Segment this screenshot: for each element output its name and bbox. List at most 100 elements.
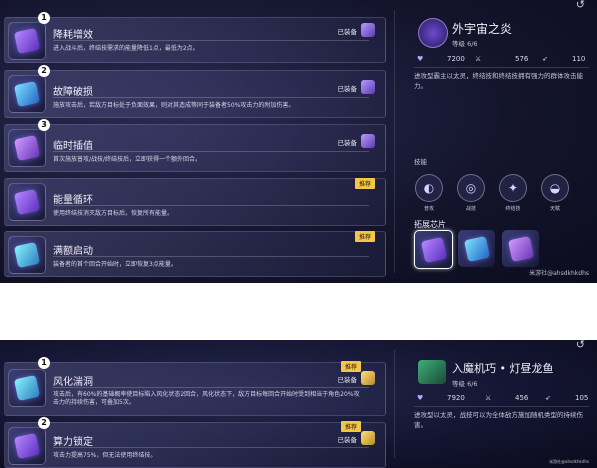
chip-thumb — [8, 236, 46, 274]
expansion-heading: 拓展芯片 — [414, 220, 446, 229]
divider — [53, 97, 369, 98]
equipped-icon — [361, 134, 375, 148]
chip-icon — [13, 27, 41, 55]
skill-ultimate[interactable]: ✦ 终结技 — [498, 174, 528, 212]
chip-card-4[interactable]: 推荐 能量循环 使用终结技消灭敌方目标后，恢复所有能量。 — [4, 178, 386, 226]
chip-card-5[interactable]: 推荐 满额启动 装备者的首个回合开始时，立即恢复3点能量。 — [4, 231, 386, 277]
slot-number: 2 — [38, 417, 50, 429]
aether-emblem-icon — [418, 360, 446, 384]
stat-atk: 456 — [515, 394, 529, 402]
stats-row: ♥ 7200 ⚔ 576 ➶ 110 — [417, 55, 589, 67]
aether-name: 外宇宙之炎 — [452, 22, 513, 36]
equipped-icon — [361, 371, 375, 385]
divider — [53, 151, 369, 152]
stat-hp: 7200 — [447, 55, 465, 63]
chip-card-1[interactable]: 1 推荐 风化湍洞 已装备 攻击后，有60%的基础概率使目标陷入风化状态2回合，… — [4, 357, 386, 416]
equipped-label: 已装备 — [337, 139, 358, 147]
slot-number: 2 — [38, 65, 50, 77]
chip-description: 使用终结技消灭敌方目标后，恢复所有能量。 — [53, 210, 174, 217]
skill-label: 普攻 — [423, 206, 434, 212]
chip-thumb — [8, 427, 46, 465]
spd-icon: ➶ — [542, 55, 548, 63]
skills-heading: 技能 — [414, 158, 427, 166]
watermark: 米游社@ahsdkhkdhs — [549, 459, 589, 464]
chip-icon — [13, 188, 41, 216]
equipped-label: 已装备 — [337, 436, 358, 444]
recommend-badge: 推荐 — [354, 231, 375, 242]
chip-thumb — [8, 183, 46, 221]
chip-description: 首次施放普攻/战技/终结技后，立即获得一个额外回合。 — [53, 156, 202, 163]
chip-thumb — [8, 129, 46, 167]
chip-thumb — [8, 75, 46, 113]
aether-description: 进攻型以太灵，战技可以为全体敌方施加随机类型的持续伤害。 — [414, 411, 583, 429]
skill-icon: ◐ — [415, 174, 443, 202]
equipped-icon — [361, 80, 375, 94]
expansion-slot-1[interactable] — [414, 230, 453, 269]
equipped-label: 已装备 — [337, 376, 358, 384]
spd-icon: ➶ — [545, 394, 551, 402]
chip-panel-top: ↺ 1 降耗增效 已装备 进入战斗后，终结技需求的能量降低1点，最低为2点。 2… — [0, 0, 597, 283]
chip-icon — [13, 134, 41, 162]
aether-level: 等级 6/6 — [452, 380, 478, 388]
skill-basic[interactable]: ◐ 普攻 — [414, 174, 444, 212]
chip-card-2[interactable]: 2 推荐 算力锁定 已装备 攻击力提高75%，但无法使用终结技。 — [4, 417, 386, 468]
chip-title: 临时插值 — [53, 141, 93, 152]
skill-talent[interactable]: ◒ 天赋 — [540, 174, 570, 212]
chip-description: 攻击力提高75%，但无法使用终结技。 — [53, 452, 157, 459]
chip-description: 装备者的首个回合开始时，立即恢复3点能量。 — [53, 261, 177, 268]
divider — [53, 256, 369, 257]
chip-title: 满额启动 — [53, 246, 93, 257]
slot-number: 1 — [38, 12, 50, 24]
equipped-icon — [361, 431, 375, 445]
skill-label: 战技 — [465, 206, 476, 212]
chip-icon — [13, 241, 41, 269]
skill-icon: ◒ — [541, 174, 569, 202]
divider — [53, 387, 369, 388]
expansion-slot-2[interactable] — [458, 230, 495, 267]
chip-card-3[interactable]: 3 临时插值 已装备 首次施放普攻/战技/终结技后，立即获得一个额外回合。 — [4, 119, 386, 172]
chip-thumb — [8, 369, 46, 407]
skill-icon: ◎ — [457, 174, 485, 202]
skill-icon: ✦ — [499, 174, 527, 202]
stats-row: ♥ 7920 ⚔ 456 ➶ 105 — [417, 394, 589, 406]
chip-card-1[interactable]: 1 降耗增效 已装备 进入战斗后，终结技需求的能量降低1点，最低为2点。 — [4, 12, 386, 63]
chip-thumb — [8, 22, 46, 60]
stat-spd: 110 — [572, 55, 586, 63]
stat-hp: 7920 — [447, 394, 465, 402]
divider — [53, 40, 369, 41]
chip-description: 攻击后，有60%的基础概率使目标陷入风化状态2回合，风化状态下，敌方目标每回合开… — [53, 391, 360, 406]
chip-title: 降耗增效 — [53, 30, 93, 41]
chip-title: 风化湍洞 — [53, 377, 93, 388]
divider — [53, 447, 369, 448]
chip-icon — [13, 80, 41, 108]
chip-title: 故障破损 — [53, 87, 93, 98]
recommend-badge: 推荐 — [340, 421, 361, 432]
skill-technique[interactable]: ◎ 战技 — [456, 174, 486, 212]
hp-icon: ♥ — [417, 394, 424, 402]
divider — [414, 406, 589, 407]
chip-title: 能量循环 — [53, 195, 93, 206]
aether-emblem-icon — [418, 18, 448, 48]
equipped-label: 已装备 — [337, 28, 358, 36]
hp-icon: ♥ — [417, 55, 424, 63]
back-icon[interactable]: ↺ — [576, 340, 585, 351]
expansion-slot-3[interactable] — [502, 230, 539, 267]
chip-panel-bottom: ↺ 1 推荐 风化湍洞 已装备 攻击后，有60%的基础概率使目标陷入风化状态2回… — [0, 340, 597, 468]
chip-card-2[interactable]: 2 故障破损 已装备 施放攻击后，若敌方目标处于负面效果，则对其造成等同于装备者… — [4, 65, 386, 118]
chip-description: 进入战斗后，终结技需求的能量降低1点，最低为2点。 — [53, 45, 199, 52]
atk-icon: ⚔ — [475, 55, 482, 63]
divider — [414, 67, 589, 68]
aether-description: 进攻型霸主以太灵，终结技和终结技拥有强力的群体攻击能力。 — [414, 72, 583, 90]
chip-icon — [463, 235, 490, 262]
chip-icon — [13, 374, 41, 402]
divider — [53, 205, 369, 206]
aether-name: 入魔机巧 • 灯昼龙鱼 — [452, 362, 554, 375]
skill-label: 天赋 — [549, 206, 560, 212]
panel-divider — [394, 10, 395, 273]
back-icon[interactable]: ↺ — [576, 0, 585, 11]
atk-icon: ⚔ — [485, 394, 492, 402]
aether-level: 等级 6/6 — [452, 40, 478, 48]
stat-spd: 105 — [575, 394, 589, 402]
chip-icon — [420, 236, 447, 263]
stat-atk: 576 — [515, 55, 529, 63]
